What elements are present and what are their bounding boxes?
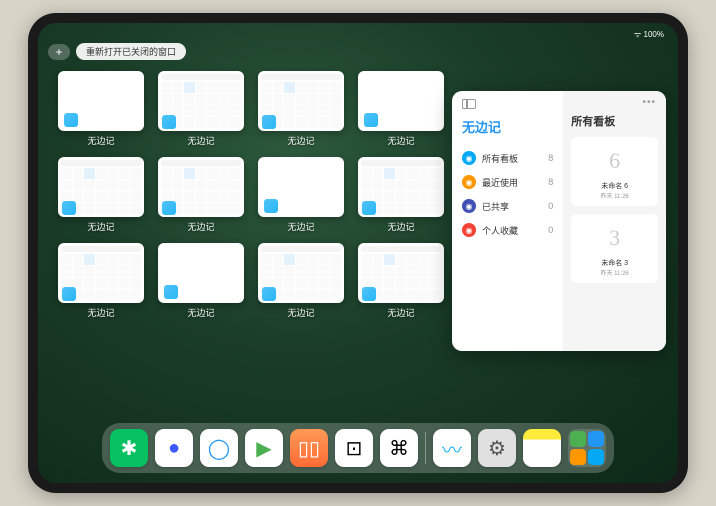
app-window[interactable]: 无边记 <box>158 157 244 233</box>
dock-dice-icon[interactable]: ⊡ <box>335 429 373 467</box>
app-thumbnail <box>58 71 144 131</box>
app-thumbnail <box>258 243 344 303</box>
ipad-frame: ᯤ 100% + 重新打开已关闭的窗口 无边记无边记无边记无边记无边记无边记无边… <box>28 13 688 493</box>
dock: ✱●◯▶▯▯⊡⌘ 〰⚙ <box>102 423 614 473</box>
app-label: 无边记 <box>87 134 114 147</box>
app-thumbnail <box>58 243 144 303</box>
app-label: 无边记 <box>287 134 314 147</box>
app-thumbnail <box>158 243 244 303</box>
app-label: 无边记 <box>187 220 214 233</box>
app-window[interactable]: 无边记 <box>158 243 244 319</box>
app-label: 无边记 <box>87 306 114 319</box>
app-switcher: 无边记无边记无边记无边记无边记无边记无边记无边记无边记无边记无边记无边记 <box>58 71 452 319</box>
sidebar-item-label: 所有看板 <box>482 152 518 165</box>
app-thumbnail <box>158 71 244 131</box>
sidebar-item-count: 0 <box>548 225 553 235</box>
wifi-icon: ᯤ <box>634 29 641 40</box>
app-window[interactable]: 无边记 <box>58 71 144 147</box>
app-thumbnail <box>258 71 344 131</box>
screen: ᯤ 100% + 重新打开已关闭的窗口 无边记无边记无边记无边记无边记无边记无边… <box>38 23 678 483</box>
dock-settings-icon[interactable]: ⚙ <box>478 429 516 467</box>
more-icon[interactable]: ••• <box>642 97 656 108</box>
sidebar-item[interactable]: ◉ 个人收藏 0 <box>462 218 553 242</box>
sidebar-item-label: 已共享 <box>482 200 509 213</box>
board-date: 昨天 11:26 <box>601 268 629 277</box>
plus-icon: + <box>55 45 62 59</box>
panel-title: 无边记 <box>462 117 553 136</box>
freeform-panel[interactable]: 无边记 ◉ 所有看板 8 ◉ 最近使用 8 ◉ 已共享 0 ◉ 个人收藏 0 ••• 所有看板 6 未命… <box>452 91 666 351</box>
panel-content: ••• 所有看板 6未命名 6昨天 11:263未命名 3昨天 11:26 <box>563 91 666 351</box>
app-thumbnail <box>358 157 444 217</box>
board-card[interactable]: 3 未命名 3昨天 11:26 <box>571 214 658 283</box>
app-thumbnail <box>358 71 444 131</box>
category-icon: ◉ <box>462 223 476 237</box>
dock-app-blue-dot-icon[interactable]: ● <box>155 429 193 467</box>
sidebar-item-count: 0 <box>548 201 553 211</box>
app-label: 无边记 <box>287 306 314 319</box>
app-window[interactable]: 无边记 <box>58 157 144 233</box>
sidebar-item-label: 个人收藏 <box>482 224 518 237</box>
sidebar-item[interactable]: ◉ 最近使用 8 <box>462 170 553 194</box>
board-card[interactable]: 6 未命名 6昨天 11:26 <box>571 137 658 206</box>
panel-sidebar: 无边记 ◉ 所有看板 8 ◉ 最近使用 8 ◉ 已共享 0 ◉ 个人收藏 0 <box>452 91 563 351</box>
app-label: 无边记 <box>187 134 214 147</box>
dock-nodes-icon[interactable]: ⌘ <box>380 429 418 467</box>
app-label: 无边记 <box>387 220 414 233</box>
app-window[interactable]: 无边记 <box>358 71 444 147</box>
category-icon: ◉ <box>462 199 476 213</box>
app-label: 无边记 <box>387 134 414 147</box>
app-window[interactable]: 无边记 <box>358 157 444 233</box>
board-preview: 6 <box>595 143 635 179</box>
sidebar-toggle-icon[interactable] <box>462 99 476 109</box>
dock-qq-browser-icon[interactable]: ◯ <box>200 429 238 467</box>
dock-separator <box>425 432 426 464</box>
board-name: 未命名 6 <box>601 181 628 191</box>
app-window[interactable]: 无边记 <box>258 243 344 319</box>
sidebar-item[interactable]: ◉ 所有看板 8 <box>462 146 553 170</box>
dock-play-icon[interactable]: ▶ <box>245 429 283 467</box>
category-icon: ◉ <box>462 175 476 189</box>
dock-freeform-icon[interactable]: 〰 <box>433 429 471 467</box>
status-bar: ᯤ 100% <box>38 27 678 41</box>
app-thumbnail <box>158 157 244 217</box>
app-window[interactable]: 无边记 <box>158 71 244 147</box>
app-window[interactable]: 无边记 <box>258 71 344 147</box>
board-preview: 3 <box>595 220 635 256</box>
recent-apps-cluster[interactable] <box>568 429 606 467</box>
app-window[interactable]: 无边记 <box>258 157 344 233</box>
category-icon: ◉ <box>462 151 476 165</box>
app-label: 无边记 <box>87 220 114 233</box>
app-label: 无边记 <box>287 220 314 233</box>
sidebar-item-count: 8 <box>548 177 553 187</box>
app-thumbnail <box>258 157 344 217</box>
app-window[interactable]: 无边记 <box>58 243 144 319</box>
sidebar-item-label: 最近使用 <box>482 176 518 189</box>
board-date: 昨天 11:26 <box>601 191 629 200</box>
app-label: 无边记 <box>187 306 214 319</box>
dock-notes-icon[interactable] <box>523 429 561 467</box>
panel-right-title: 所有看板 <box>571 113 658 129</box>
app-thumbnail <box>58 157 144 217</box>
sidebar-item[interactable]: ◉ 已共享 0 <box>462 194 553 218</box>
reopen-label: 重新打开已关闭的窗口 <box>86 47 176 57</box>
app-window[interactable]: 无边记 <box>358 243 444 319</box>
battery-label: 100% <box>644 30 664 39</box>
dock-books-icon[interactable]: ▯▯ <box>290 429 328 467</box>
board-name: 未命名 3 <box>601 258 628 268</box>
app-thumbnail <box>358 243 444 303</box>
sidebar-item-count: 8 <box>548 153 553 163</box>
new-window-button[interactable]: + <box>48 44 70 60</box>
dock-wechat-icon[interactable]: ✱ <box>110 429 148 467</box>
top-controls: + 重新打开已关闭的窗口 <box>48 43 186 60</box>
app-label: 无边记 <box>387 306 414 319</box>
reopen-closed-window-button[interactable]: 重新打开已关闭的窗口 <box>76 43 186 60</box>
